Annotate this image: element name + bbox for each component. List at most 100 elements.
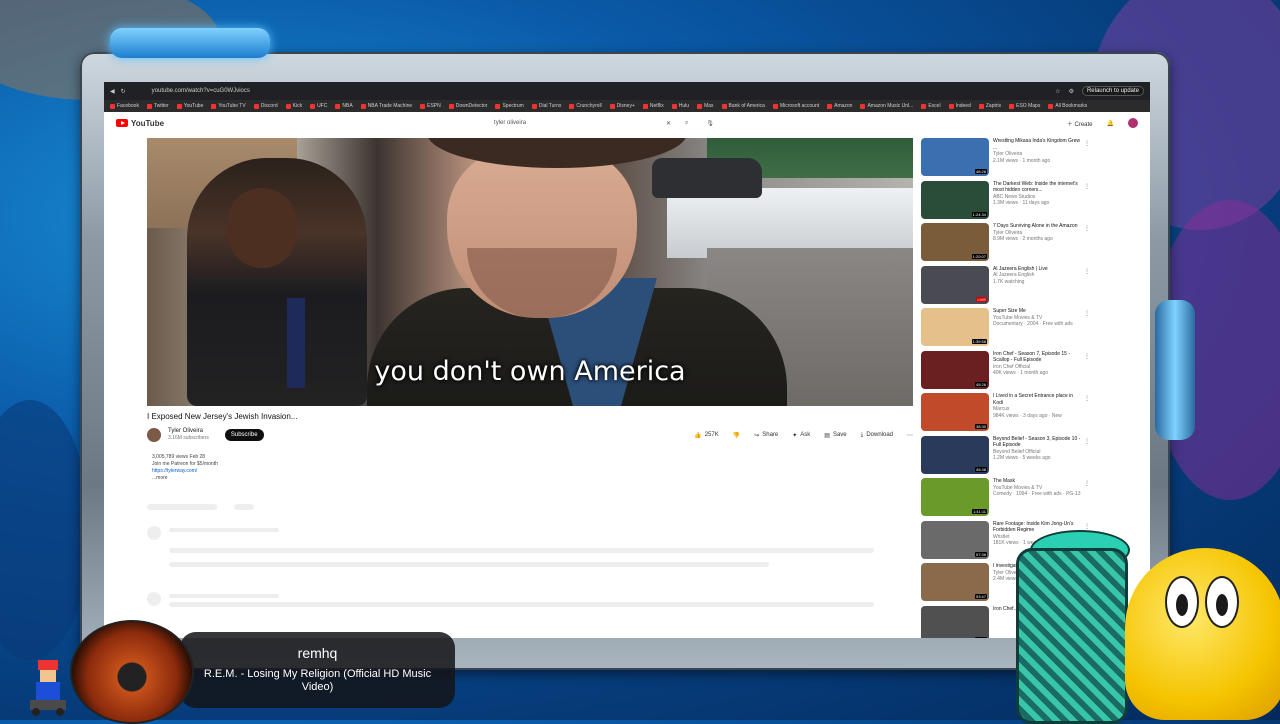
bookmark-label: Bank of America [728,103,765,109]
more-options-icon[interactable]: ⋮ [1084,353,1090,360]
description-link[interactable]: https://tylerway.com/ [152,468,218,475]
save-button[interactable]: ▤ Save [824,432,846,439]
share-button[interactable]: ↪ Share [754,432,778,439]
recommendation-item[interactable]: 1:24:34 The Darkest Web: Inside the inter… [921,180,1141,224]
recommendation-item[interactable]: LIVE Al Jazeera English | Live Al Jazeera … [921,265,1141,309]
bookmark-item[interactable]: YouTube [176,103,203,109]
ask-button[interactable]: ✦ Ask [792,432,810,439]
back-icon[interactable]: ◀ [110,88,115,95]
subscribe-button[interactable]: Subscribe [224,429,264,441]
bookmark-item[interactable]: Indeed [948,103,971,109]
bookmark-item[interactable]: Disney+ [609,103,635,109]
more-options-icon[interactable]: ⋮ [1084,268,1090,275]
recommendation-thumbnail[interactable]: 1:20:07 [921,223,989,261]
bookmark-item[interactable]: Kick [285,103,302,109]
recommendation-item[interactable]: 45:26 Iron Chef - Season 7, Episode 15 - … [921,350,1141,394]
bookmark-item[interactable]: Zaptrix [978,103,1001,109]
recommendation-thumbnail[interactable]: 57:36 [921,520,989,559]
more-options-icon[interactable]: ⋮ [1084,395,1090,402]
recommendation-thumbnail[interactable]: 1:24:34 [921,180,989,219]
duration-badge: 1:24:34 [971,211,987,217]
thumbs-down-icon: 👎 [732,432,741,439]
bookmark-item[interactable]: UFC [310,103,327,109]
bookmark-item[interactable]: Discord [253,103,278,109]
youtube-logo[interactable]: YouTube [116,119,164,128]
video-player[interactable]: you don't own America [147,138,913,406]
description-box[interactable]: 3,005,789 views Feb 28 Join me Patreon f… [152,454,218,482]
channel-name[interactable]: Tyler Oliveira [168,428,209,435]
bookmark-item[interactable]: Amazon Music Unl... [860,103,913,109]
bookmark-item[interactable]: Amazon [827,103,852,109]
more-options-icon[interactable]: ⋮ [1084,183,1090,190]
bookmark-item[interactable]: Twitter [146,103,169,109]
recommendation-thumbnail[interactable]: 1:41:11 [921,478,989,516]
recommendation-thumbnail[interactable]: 45:26 [921,350,989,389]
bookmark-item[interactable]: NBA [335,103,353,109]
reload-icon[interactable]: ↻ [121,88,126,95]
bookmark-label: Disney+ [616,103,635,109]
recommendation-thumbnail[interactable]: 46:12 [921,605,989,638]
recommendation-thumbnail[interactable]: 45:38 [921,435,989,474]
bookmark-favicon-icon [697,103,703,109]
create-button[interactable]: ＋ Create [1067,119,1093,128]
more-actions-icon[interactable]: ⋯ [907,432,913,439]
bookmark-item[interactable]: YouTube TV [211,103,246,109]
search-icon[interactable]: ⌕ [685,120,688,127]
bookmark-item[interactable]: Dial Turns [531,103,562,109]
recommendation-thumbnail[interactable]: 1:39:58 [921,308,989,346]
more-options-icon[interactable]: ⋮ [1084,523,1090,530]
recommendation-item[interactable]: 45:38 Beyond Belief - Season 3, Episode 1… [921,435,1141,479]
recommendation-item[interactable]: 1:41:11 The Mask YouTube Movies & TV Comedy… [921,478,1141,521]
recommendation-thumbnail[interactable]: LIVE [921,265,989,304]
bookmark-item[interactable]: Netflix [642,103,664,109]
bookmark-label: Dial Turns [538,103,562,109]
bookmark-item[interactable]: DownDetector [448,103,487,109]
clear-icon[interactable]: ✕ [666,120,671,127]
bookmark-item[interactable]: Hulu [671,103,689,109]
notifications-icon[interactable]: 🔔 [1107,120,1114,127]
mic-icon[interactable]: 🎙 [706,120,714,127]
more-options-icon[interactable]: ⋮ [1084,225,1090,232]
like-button[interactable]: 👍 257K [694,432,719,439]
more-options-icon[interactable]: ⋮ [1084,310,1090,317]
bookmark-item[interactable]: Facebook [110,103,139,109]
download-button[interactable]: ⤓ Download [861,432,893,439]
recommendation-thumbnail[interactable]: 53:47 [921,563,989,601]
recommendation-item[interactable]: 1:39:58 Super Size Me YouTube Movies & TV D… [921,308,1141,351]
account-avatar[interactable] [1128,118,1138,128]
thumbs-up-icon: 👍 [694,432,702,439]
recommendation-thumbnail[interactable]: 38:30 [921,393,989,431]
bookmark-item[interactable]: ESO Maps [1009,103,1040,109]
recommendation-item[interactable]: 48:26 Wrestling Mikasa Inda's Kingdom Gre… [921,138,1141,181]
recommendation-thumbnail[interactable]: 48:26 [921,138,989,176]
search-box[interactable]: tyler oliveira ✕ ⌕ 🎙 [494,117,714,129]
bookmark-item[interactable]: Spectrum [495,103,524,109]
extensions-icon[interactable]: ⚙ [1069,88,1074,95]
recommendation-item[interactable]: 38:30 I Lived in a Secret Entrance place … [921,393,1141,436]
bookmark-item[interactable]: Crunchyroll [569,103,602,109]
dislike-button[interactable]: 👎 [733,432,740,439]
bookmark-favicon-icon [146,103,152,109]
bookmark-item[interactable]: All Bookmarks [1048,103,1087,109]
comments-skeleton [147,504,217,510]
bookmark-item[interactable]: Bank of America [721,103,765,109]
bookmark-item[interactable]: ESPN [420,103,441,109]
search-input[interactable]: tyler oliveira [494,120,666,126]
channel-avatar[interactable] [147,428,161,442]
bookmark-item[interactable]: Max [697,103,714,109]
more-options-icon[interactable]: ⋮ [1084,480,1090,487]
show-more-link[interactable]: ...more [152,475,218,482]
bookmark-item[interactable]: Excel [921,103,941,109]
star-icon[interactable]: ☆ [1055,88,1060,95]
bookmark-label: All Bookmarks [1055,103,1088,109]
more-options-icon[interactable]: ⋮ [1084,140,1090,147]
recommendation-item[interactable]: 1:20:07 7 Days Surviving Alone in the Ama… [921,223,1141,266]
bookmark-item[interactable]: NBA Trade Machine [360,103,412,109]
bookmark-item[interactable]: Microsoft account [772,103,819,109]
address-bar[interactable]: youtube.com/watch?v=cuG0WJviocs [152,88,1056,94]
bookmark-label: UFC [317,103,328,109]
recommendation-text: Wrestling Mikasa Inda's Kingdom Grew ...… [993,138,1083,181]
more-options-icon[interactable]: ⋮ [1084,438,1090,445]
relaunch-button[interactable]: Relaunch to update [1081,86,1144,96]
bookmark-favicon-icon [948,103,954,109]
